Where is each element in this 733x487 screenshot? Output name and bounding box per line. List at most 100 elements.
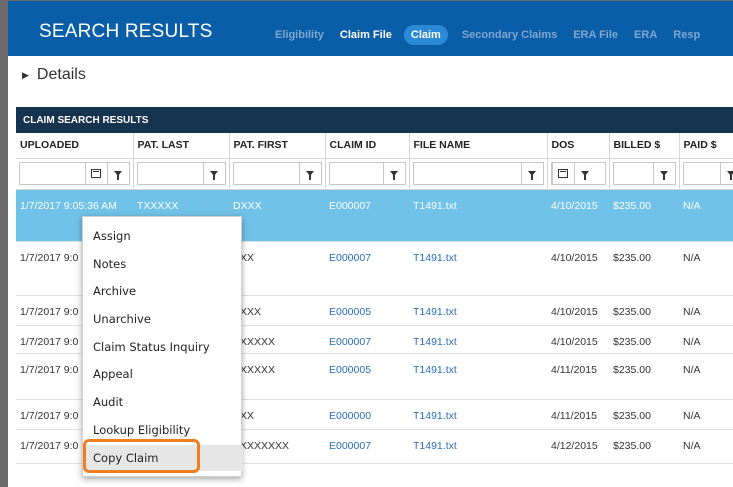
cell-file-name[interactable]: T1491.txt xyxy=(409,325,547,354)
filter-claim-id-input[interactable] xyxy=(330,163,383,184)
cell-claim-id[interactable]: E000007 xyxy=(325,325,409,354)
menu-item-notes[interactable]: Notes xyxy=(83,257,243,271)
cell-dos: 4/11/2015 xyxy=(547,399,609,430)
col-uploaded[interactable]: UPLOADED xyxy=(16,133,134,159)
cell-billed: $235.00 xyxy=(609,399,679,430)
cell-dos: 4/12/2015 xyxy=(547,429,609,464)
filter-billed xyxy=(612,162,676,185)
cell-paid: N/A xyxy=(679,189,733,242)
cell-paid: N/A xyxy=(679,399,733,430)
col-pat-first[interactable]: PAT. FIRST xyxy=(229,133,326,159)
col-file-name[interactable]: FILE NAME xyxy=(409,133,548,159)
cell-file-name[interactable]: T1491.txt xyxy=(409,353,547,400)
filter-row xyxy=(16,158,733,190)
filter-paid-input[interactable] xyxy=(684,163,720,184)
cell-pat-first: DXXX xyxy=(229,189,325,242)
filter-pat-last-input[interactable] xyxy=(138,163,203,184)
filter-icon[interactable] xyxy=(652,163,675,184)
cell-dos: 4/10/2015 xyxy=(547,241,609,296)
top-header: SEARCH RESULTS Eligibility Claim File Cl… xyxy=(8,1,733,56)
cell-claim-id[interactable]: E000005 xyxy=(325,295,409,326)
menu-item-claim-status-inquiry[interactable]: Claim Status Inquiry xyxy=(83,340,243,354)
calendar-icon[interactable] xyxy=(551,163,574,184)
cell-file-name[interactable]: T1491.txt xyxy=(409,189,547,242)
cell-paid: N/A xyxy=(679,429,733,464)
filter-icon[interactable] xyxy=(298,163,321,184)
cell-claim-id[interactable]: E000000 xyxy=(325,399,409,430)
tab-secondary-claims[interactable]: Secondary Claims xyxy=(462,29,557,41)
cell-claim-id[interactable]: E000005 xyxy=(325,353,409,400)
menu-item-appeal[interactable]: Appeal xyxy=(83,367,243,381)
filter-pat-first-input[interactable] xyxy=(234,163,299,184)
cell-paid: N/A xyxy=(679,325,733,354)
cell-file-name[interactable]: T1491.txt xyxy=(409,429,547,464)
cell-billed: $235.00 xyxy=(609,429,679,464)
filter-paid xyxy=(682,162,733,185)
cell-billed: $235.00 xyxy=(609,295,679,326)
cell-pat-first: XXX xyxy=(229,241,325,296)
filter-dos xyxy=(550,162,606,185)
col-dos[interactable]: DOS xyxy=(547,133,610,159)
cell-billed: $235.00 xyxy=(609,353,679,400)
filter-billed-input[interactable] xyxy=(614,163,653,184)
cell-paid: N/A xyxy=(679,295,733,326)
results-title-bar: CLAIM SEARCH RESULTS xyxy=(16,107,733,133)
highlight-callout xyxy=(83,439,200,473)
cell-claim-id[interactable]: E000007 xyxy=(325,189,409,242)
filter-pat-last xyxy=(136,162,226,185)
filter-uploaded-input[interactable] xyxy=(20,163,85,184)
context-menu: Assign Notes Archive Unarchive Claim Status … xyxy=(82,216,243,477)
cell-pat-first: XXXXXXXX xyxy=(229,429,325,464)
tab-claim-file[interactable]: Claim File xyxy=(340,29,392,41)
tab-era[interactable]: ERA xyxy=(634,29,657,41)
caret-right-icon: ▶ xyxy=(22,69,29,80)
filter-icon[interactable] xyxy=(382,163,405,184)
cell-claim-id[interactable]: E000007 xyxy=(325,429,409,464)
filter-file-name-input[interactable] xyxy=(414,163,521,184)
filter-pat-first xyxy=(232,162,322,185)
filter-claim-id xyxy=(328,162,406,185)
col-paid[interactable]: PAID $ xyxy=(679,133,733,159)
tab-claim[interactable]: Claim xyxy=(403,25,448,45)
details-label: Details xyxy=(36,66,86,83)
cell-dos: 4/10/2015 xyxy=(547,325,609,354)
menu-item-audit[interactable]: Audit xyxy=(83,395,243,409)
cell-billed: $235.00 xyxy=(609,241,679,296)
menu-item-assign[interactable]: Assign xyxy=(83,229,243,243)
cell-pat-first: XXXX xyxy=(229,295,325,326)
cell-paid: N/A xyxy=(679,353,733,400)
cell-billed: $235.00 xyxy=(609,189,679,242)
menu-item-lookup-eligibility[interactable]: Lookup Eligibility xyxy=(83,423,243,437)
details-toggle[interactable]: ▶ Details xyxy=(22,66,86,84)
cell-billed: $235.00 xyxy=(609,325,679,354)
filter-uploaded xyxy=(19,162,130,185)
col-billed[interactable]: BILLED $ xyxy=(609,133,680,159)
filter-icon[interactable] xyxy=(106,163,129,184)
menu-item-archive[interactable]: Archive xyxy=(83,284,243,298)
calendar-icon[interactable] xyxy=(84,163,107,184)
menu-item-unarchive[interactable]: Unarchive xyxy=(83,312,243,326)
cell-paid: N/A xyxy=(679,241,733,296)
cell-pat-first: XXXXXX xyxy=(229,353,325,400)
cell-dos: 4/10/2015 xyxy=(547,189,609,242)
filter-icon[interactable] xyxy=(520,163,543,184)
filter-icon[interactable] xyxy=(719,163,733,184)
filter-file-name xyxy=(412,162,544,185)
cell-file-name[interactable]: T1491.txt xyxy=(409,295,547,326)
cell-dos: 4/11/2015 xyxy=(547,353,609,400)
tab-eligibility[interactable]: Eligibility xyxy=(275,29,324,41)
cell-claim-id[interactable]: E000007 xyxy=(325,241,409,296)
filter-icon[interactable] xyxy=(202,163,225,184)
header-row: UPLOADED PAT. LAST PAT. FIRST CLAIM ID F… xyxy=(16,133,733,159)
cell-file-name[interactable]: T1491.txt xyxy=(409,241,547,296)
nav-tabs: Eligibility Claim File Claim Secondary C… xyxy=(275,25,716,45)
col-pat-last[interactable]: PAT. LAST xyxy=(133,133,230,159)
cell-dos: 4/10/2015 xyxy=(547,295,609,326)
col-claim-id[interactable]: CLAIM ID xyxy=(325,133,410,159)
filter-icon[interactable] xyxy=(573,163,596,184)
cell-pat-first: XXXXXX xyxy=(229,325,325,354)
cell-file-name[interactable]: T1491.txt xyxy=(409,399,547,430)
tab-era-file[interactable]: ERA File xyxy=(573,29,618,41)
tab-resp[interactable]: Resp xyxy=(673,29,700,41)
page-title: SEARCH RESULTS xyxy=(39,21,213,42)
